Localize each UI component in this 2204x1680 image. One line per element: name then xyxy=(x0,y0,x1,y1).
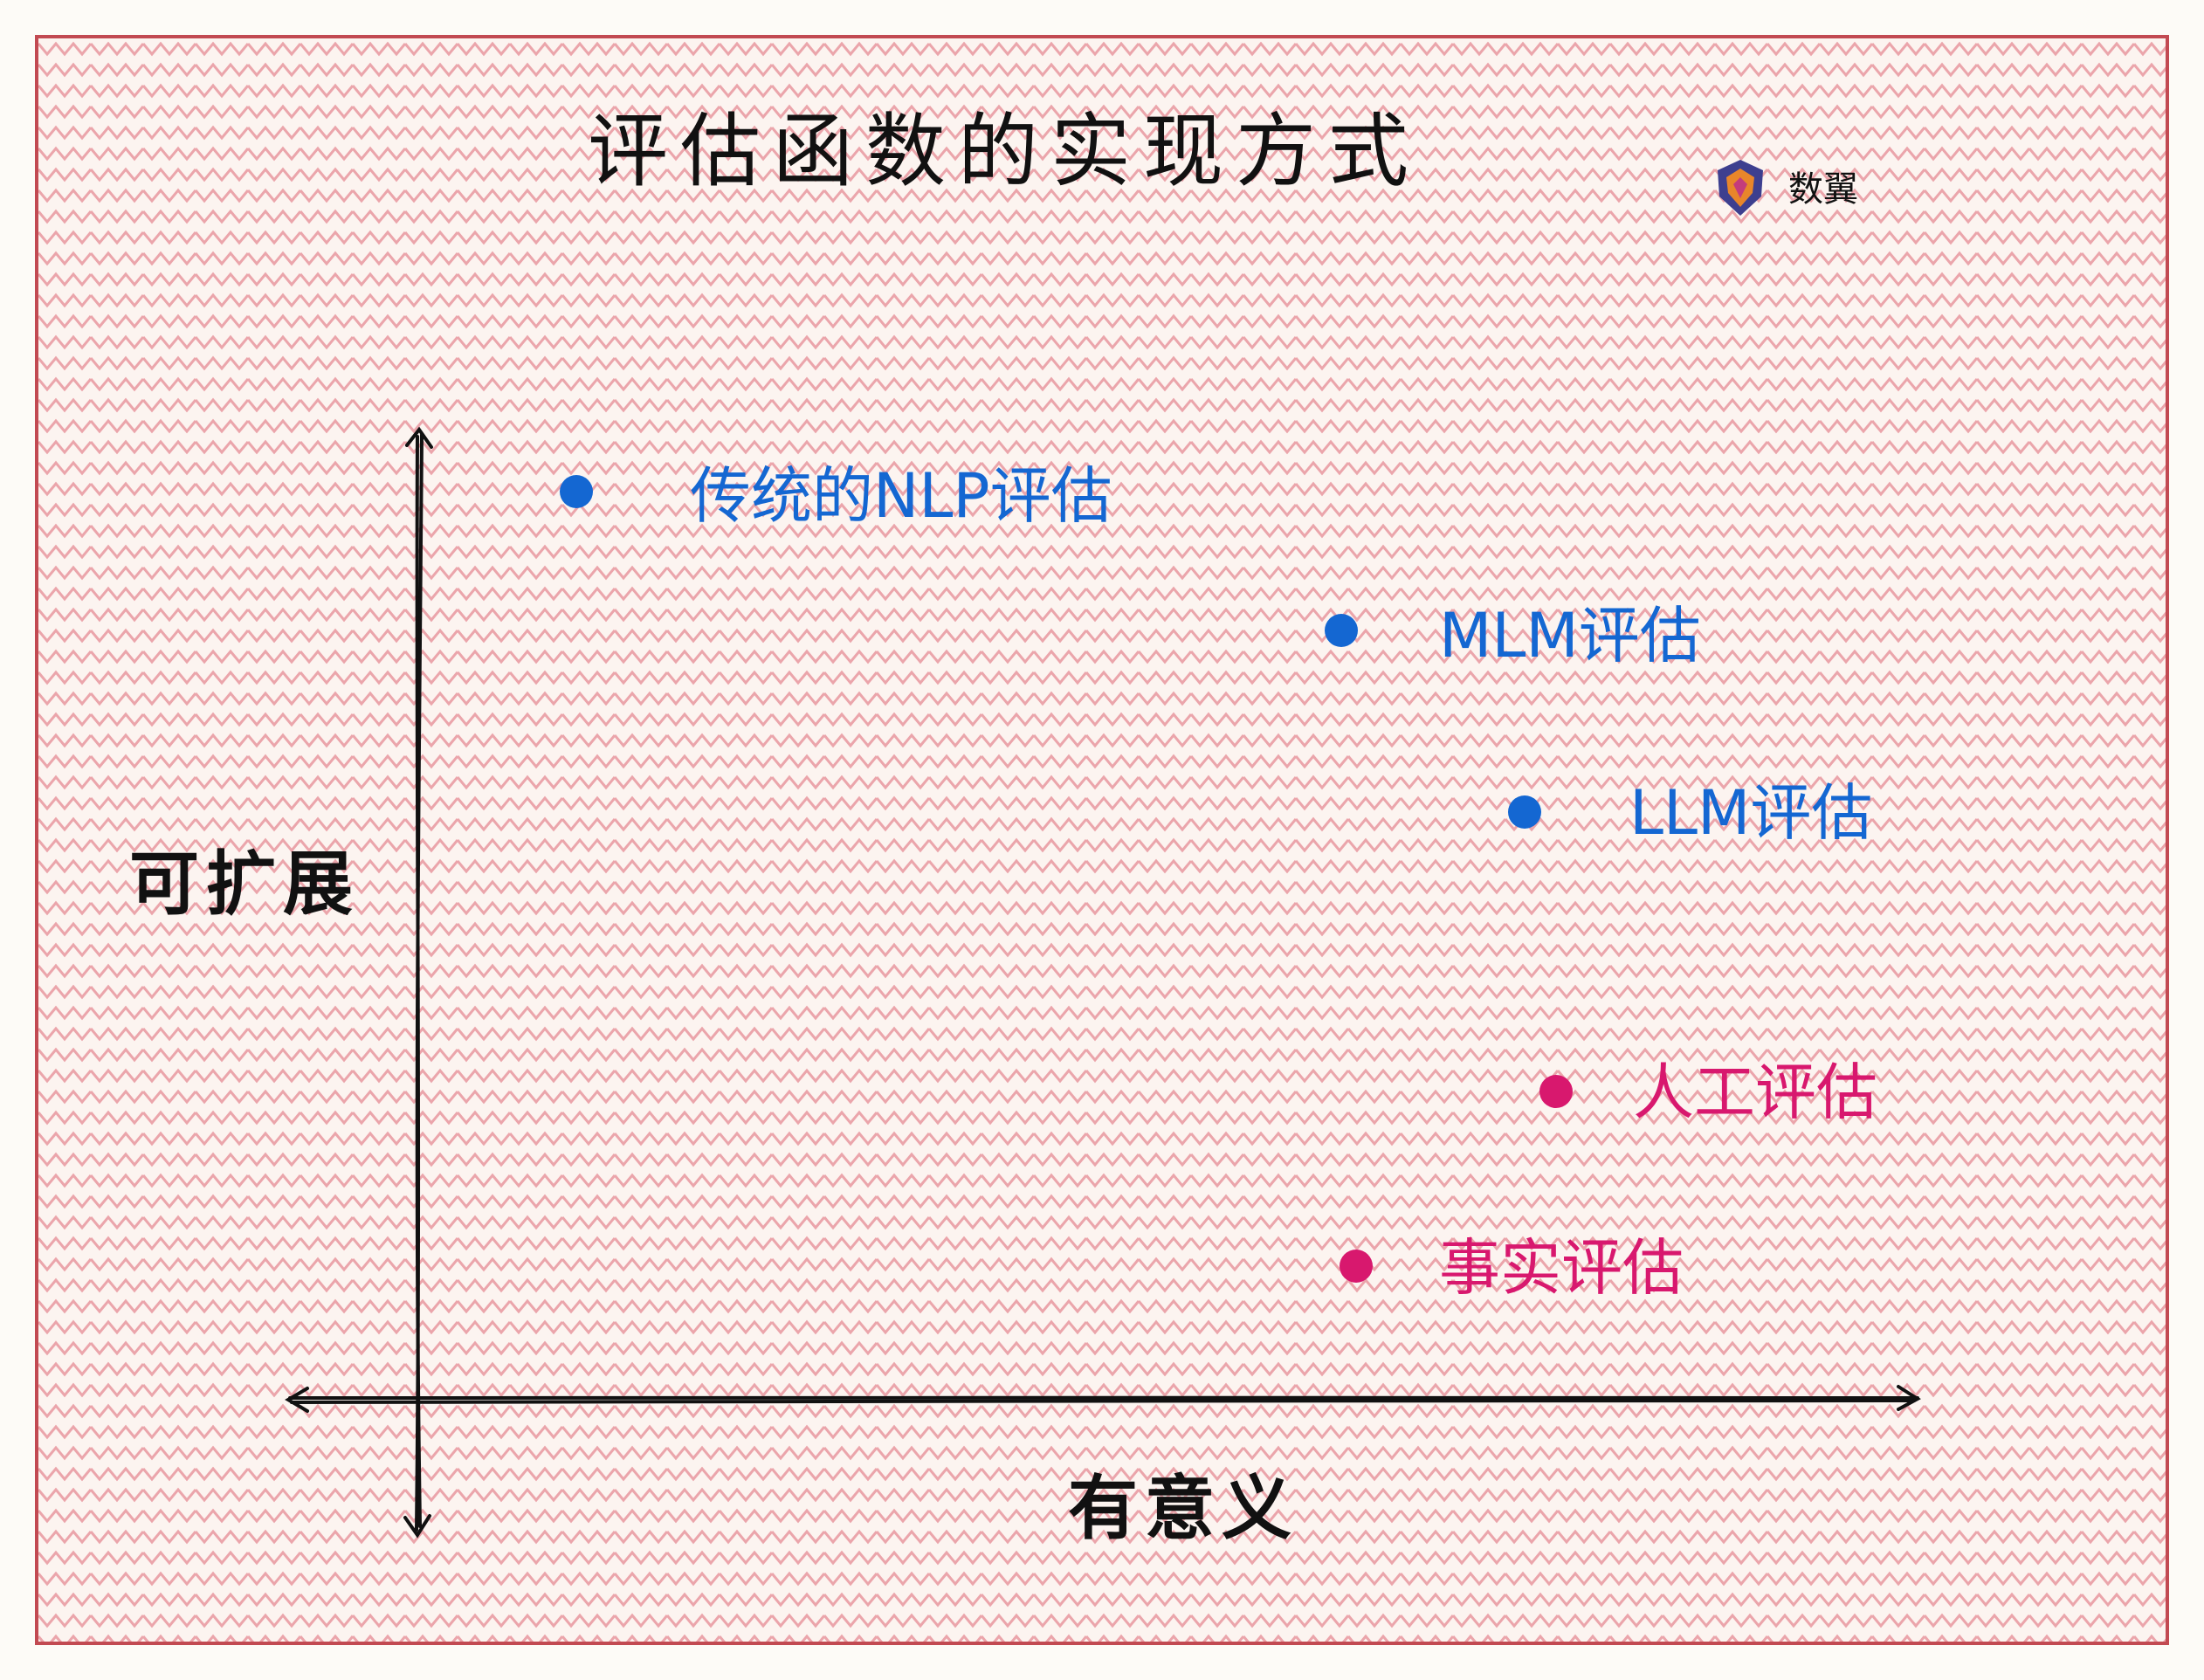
point-traditional-nlp xyxy=(560,475,593,508)
point-label-factual: 事实评估 xyxy=(1439,1232,1684,1304)
diagram-canvas: 评估函数的实现方式 数翼 可扩展 有意义 传统的NLP评估 MLM评估 LLM评… xyxy=(0,0,2204,1680)
point-llm xyxy=(1508,795,1541,829)
y-axis-label: 可扩展 xyxy=(129,843,360,925)
diagram-title: 评估函数的实现方式 xyxy=(588,105,1421,198)
point-human xyxy=(1539,1075,1573,1108)
point-label-traditional-nlp: 传统的NLP评估 xyxy=(690,460,1112,532)
point-label-human: 人工评估 xyxy=(1633,1057,1877,1128)
point-mlm xyxy=(1325,614,1358,647)
point-label-mlm: MLM评估 xyxy=(1439,600,1701,671)
x-axis-label: 有意义 xyxy=(1068,1468,1298,1549)
brand-name: 数翼 xyxy=(1788,169,1858,210)
quadrant-diagram: 评估函数的实现方式 数翼 可扩展 有意义 传统的NLP评估 MLM评估 LLM评… xyxy=(38,38,2166,1642)
point-factual xyxy=(1340,1250,1373,1283)
point-label-llm: LLM评估 xyxy=(1629,777,1872,849)
